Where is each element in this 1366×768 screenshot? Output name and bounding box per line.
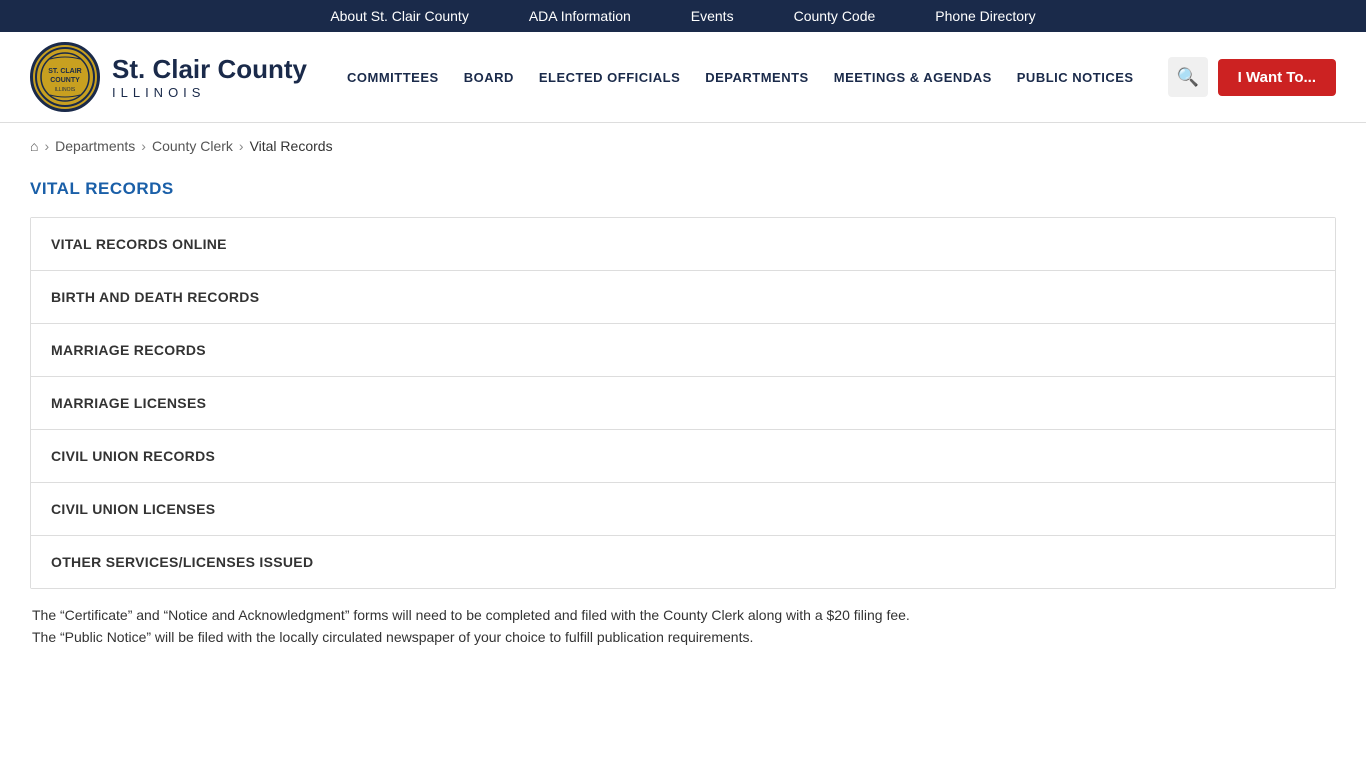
logo-text: St. Clair County ILLINOIS: [112, 54, 307, 101]
footer-text: The “Certificate” and “Notice and Acknow…: [30, 604, 1336, 649]
nav-elected-officials[interactable]: ELECTED OFFICIALS: [529, 62, 690, 93]
svg-text:COUNTY: COUNTY: [50, 77, 80, 84]
breadcrumb-sep-2: ›: [141, 138, 146, 154]
accordion-item-civil-union-records[interactable]: CIVIL UNION RECORDS: [31, 430, 1335, 483]
breadcrumb-county-clerk[interactable]: County Clerk: [152, 138, 233, 154]
accordion-item-marriage-licenses[interactable]: MARRIAGE LICENSES: [31, 377, 1335, 430]
content-area: VITAL RECORDS VITAL RECORDS ONLINE BIRTH…: [0, 169, 1366, 669]
breadcrumb: ⌂ › Departments › County Clerk › Vital R…: [0, 123, 1366, 169]
accordion-item-other-services[interactable]: OTHER SERVICES/LICENSES ISSUED: [31, 536, 1335, 588]
accordion-item-marriage-records[interactable]: MARRIAGE RECORDS: [31, 324, 1335, 377]
accordion-label-other-services: OTHER SERVICES/LICENSES ISSUED: [51, 554, 313, 570]
breadcrumb-sep-3: ›: [239, 138, 244, 154]
topbar-link-ada[interactable]: ADA Information: [529, 8, 631, 24]
nav-public-notices[interactable]: PUBLIC NOTICES: [1007, 62, 1144, 93]
nav-board[interactable]: BOARD: [454, 62, 524, 93]
accordion-label-civil-union-licenses: CIVIL UNION LICENSES: [51, 501, 215, 517]
accordion-item-civil-union-licenses[interactable]: CIVIL UNION LICENSES: [31, 483, 1335, 536]
topbar-link-phone-directory[interactable]: Phone Directory: [935, 8, 1035, 24]
nav-departments[interactable]: DEPARTMENTS: [695, 62, 818, 93]
breadcrumb-sep-1: ›: [44, 138, 49, 154]
topbar-link-county-code[interactable]: County Code: [794, 8, 876, 24]
breadcrumb-departments[interactable]: Departments: [55, 138, 135, 154]
breadcrumb-home[interactable]: ⌂: [30, 138, 38, 154]
nav-committees[interactable]: COMMITTEES: [337, 62, 449, 93]
nav-meetings-agendas[interactable]: MEETINGS & AGENDAS: [824, 62, 1002, 93]
header-actions: 🔍 I Want To...: [1168, 57, 1336, 97]
accordion-label-birth-death-records: BIRTH AND DEATH RECORDS: [51, 289, 259, 305]
top-bar: About St. Clair County ADA Information E…: [0, 0, 1366, 32]
accordion-item-vital-records-online[interactable]: VITAL RECORDS ONLINE: [31, 218, 1335, 271]
accordion-label-marriage-licenses: MARRIAGE LICENSES: [51, 395, 206, 411]
svg-text:ILLINOIS: ILLINOIS: [55, 87, 76, 93]
footer-line-1: The “Certificate” and “Notice and Acknow…: [32, 604, 1334, 626]
search-icon: 🔍: [1176, 67, 1198, 88]
topbar-link-about[interactable]: About St. Clair County: [330, 8, 469, 24]
breadcrumb-current: Vital Records: [250, 138, 333, 154]
county-name: St. Clair County: [112, 54, 307, 85]
i-want-to-button[interactable]: I Want To...: [1218, 59, 1336, 96]
home-icon: ⌂: [30, 138, 38, 154]
state-label: ILLINOIS: [112, 85, 307, 101]
main-nav: COMMITTEES BOARD ELECTED OFFICIALS DEPAR…: [337, 62, 1168, 93]
accordion-label-civil-union-records: CIVIL UNION RECORDS: [51, 448, 215, 464]
accordion-item-birth-death-records[interactable]: BIRTH AND DEATH RECORDS: [31, 271, 1335, 324]
topbar-link-events[interactable]: Events: [691, 8, 734, 24]
accordion-label-marriage-records: MARRIAGE RECORDS: [51, 342, 206, 358]
logo[interactable]: ST. CLAIR COUNTY ILLINOIS St. Clair Coun…: [30, 42, 307, 112]
search-button[interactable]: 🔍: [1168, 57, 1208, 97]
accordion-label-vital-records-online: VITAL RECORDS ONLINE: [51, 236, 227, 252]
accordion: VITAL RECORDS ONLINE BIRTH AND DEATH REC…: [30, 217, 1336, 589]
header: ST. CLAIR COUNTY ILLINOIS St. Clair Coun…: [0, 32, 1366, 123]
page-title: VITAL RECORDS: [30, 179, 1336, 199]
logo-seal: ST. CLAIR COUNTY ILLINOIS: [30, 42, 100, 112]
svg-text:ST. CLAIR: ST. CLAIR: [48, 68, 81, 75]
footer-line-2: The “Public Notice” will be filed with t…: [32, 626, 1334, 648]
